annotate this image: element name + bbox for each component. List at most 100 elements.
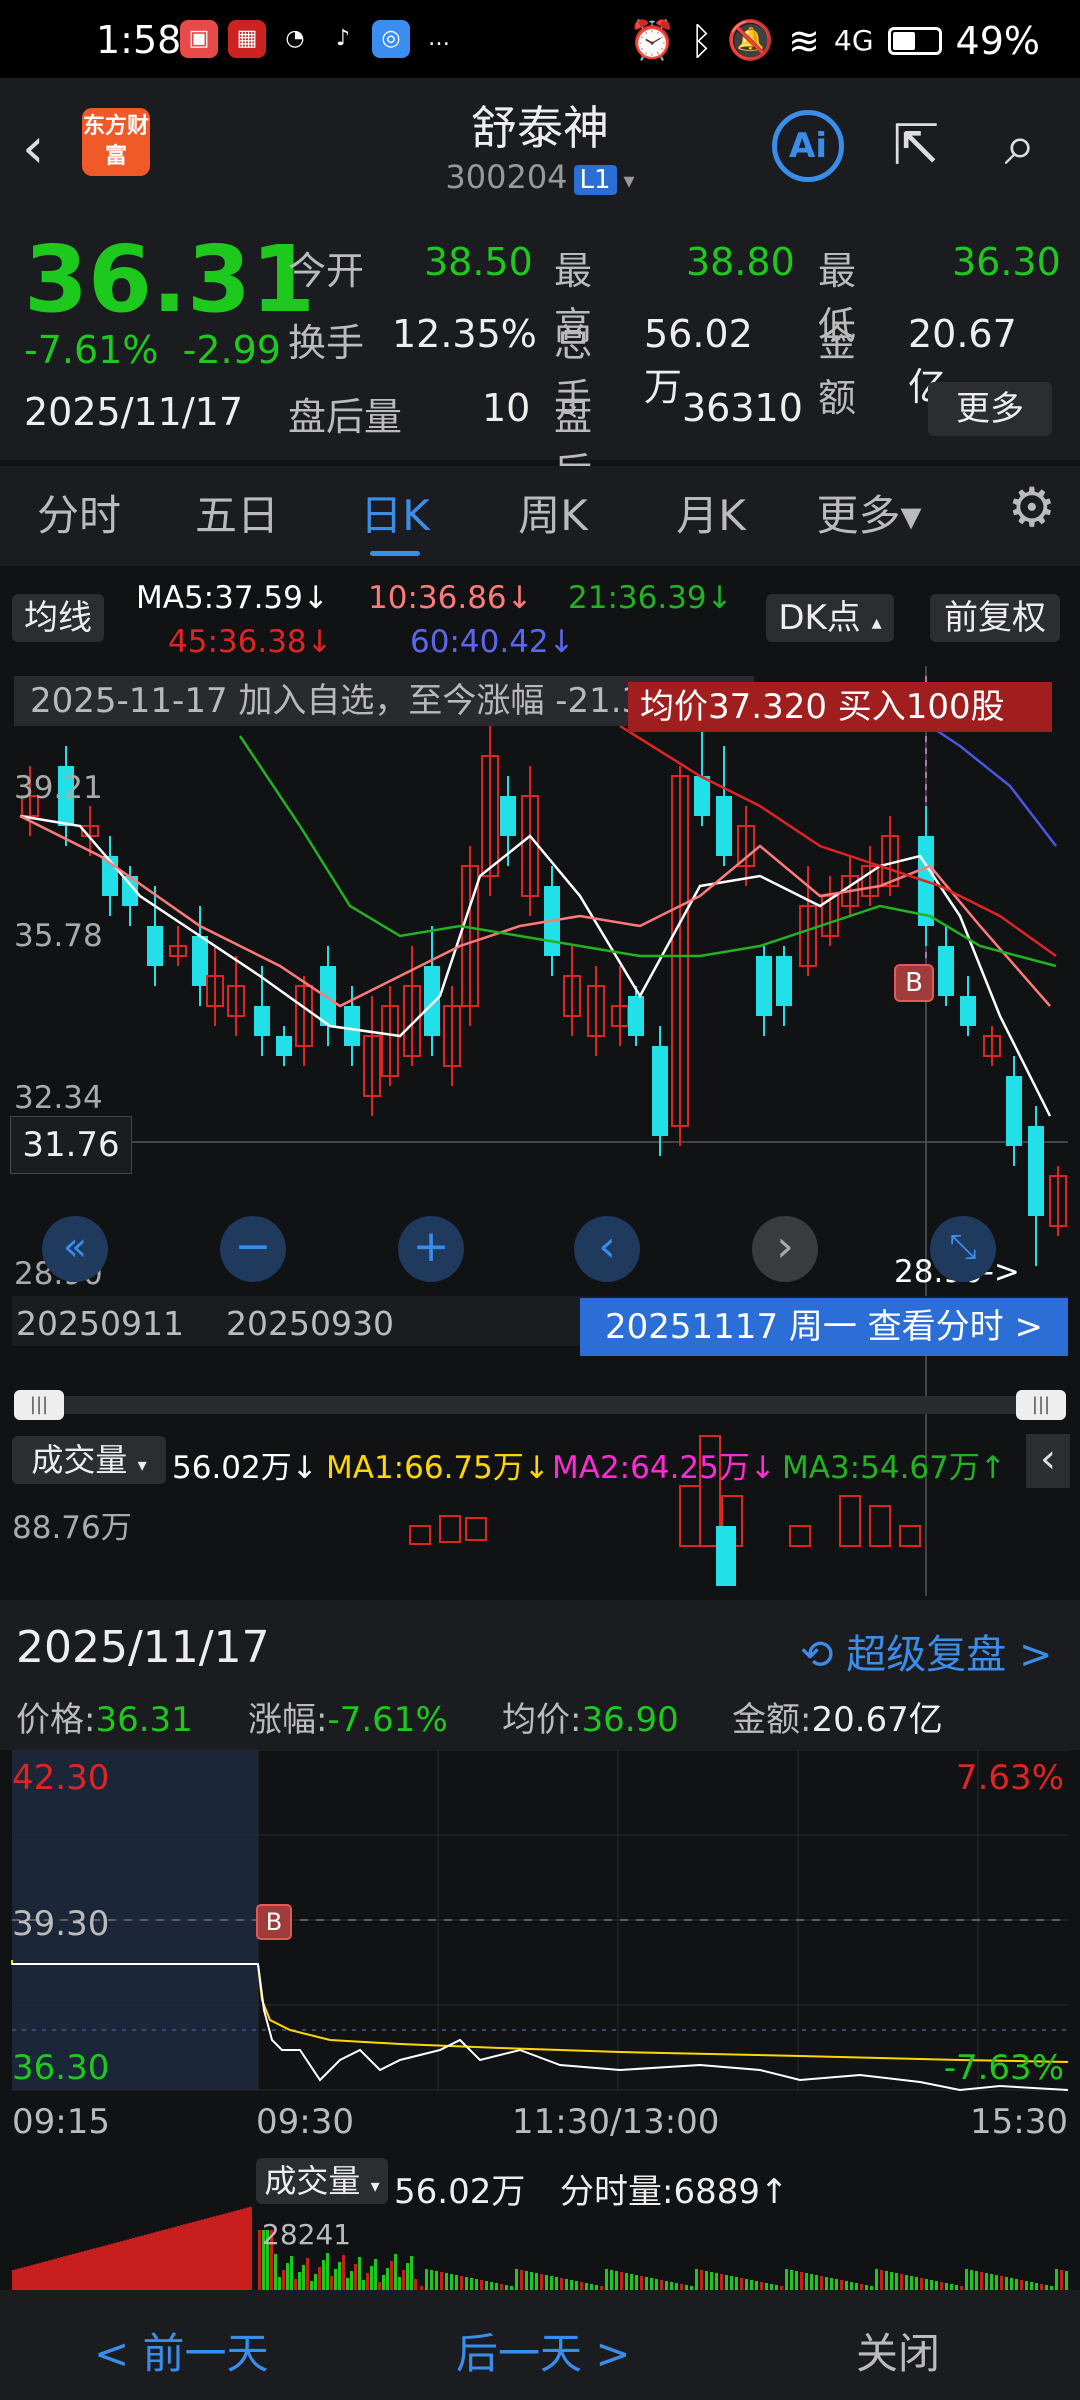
search-icon[interactable]: ⌕ xyxy=(984,110,1056,182)
app-icon: ▦ xyxy=(228,20,266,58)
tab-more[interactable]: 更多▾ xyxy=(790,466,948,566)
period-tabs: 分时 五日 日K 周K 月K 更多▾ xyxy=(0,466,1080,566)
volume-bar xyxy=(75,2253,78,2290)
volume-bar xyxy=(745,2279,748,2290)
app-icon: ▣ xyxy=(180,20,218,58)
candle-body xyxy=(960,996,976,1026)
volume-bar xyxy=(620,2272,623,2290)
quote-row-3: 盘后量 10 盘后额 36310 xyxy=(288,386,803,549)
range-handle-left[interactable]: ||| xyxy=(14,1390,64,1420)
next-day-button[interactable]: 后一天 > xyxy=(456,2320,631,2381)
volume-bar xyxy=(93,2248,96,2290)
zoom-out-icon[interactable]: − xyxy=(220,1216,286,1282)
prev-day-button[interactable]: < 前一天 xyxy=(94,2320,269,2381)
volume-bar xyxy=(470,2278,473,2290)
close-button[interactable]: 关闭 xyxy=(856,2320,940,2381)
buy-marker[interactable]: B xyxy=(894,964,934,1002)
intraday-buy-marker[interactable]: B xyxy=(256,1904,292,1940)
volume-selector[interactable]: 成交量 ▾ xyxy=(12,1436,166,1484)
level-badge: L1 xyxy=(573,165,617,195)
volume-bar xyxy=(105,2245,108,2290)
intraday-chart[interactable] xyxy=(0,1750,1080,2290)
volume-bar xyxy=(326,2253,329,2290)
step-right-icon[interactable]: › xyxy=(752,1216,818,1282)
volume-bar xyxy=(180,2225,183,2290)
volume-bar xyxy=(54,2258,57,2290)
candle-body xyxy=(344,1006,360,1046)
volume-bar xyxy=(174,2226,177,2290)
crosshair-price: 31.76 xyxy=(10,1116,132,1174)
gear-icon[interactable]: ⚙ xyxy=(1008,476,1056,539)
ai-icon[interactable]: Ai xyxy=(772,110,844,182)
volume-bar xyxy=(805,2273,808,2290)
volume-bar xyxy=(460,2276,463,2290)
tab-weekly-k[interactable]: 周K xyxy=(474,466,632,566)
volume-bar xyxy=(286,2263,289,2290)
view-intraday-button[interactable]: 20251117 周一 查看分时 > xyxy=(580,1298,1068,1356)
volume-bar xyxy=(334,2269,337,2290)
volume-bar xyxy=(930,2280,933,2290)
time-label: 15:30 xyxy=(970,2102,1068,2142)
tab-monthly-k[interactable]: 月K xyxy=(632,466,790,566)
volume-bar xyxy=(560,2278,563,2290)
intraday-vol-selector[interactable]: 成交量 ▾ xyxy=(256,2158,388,2204)
tab-daily-k[interactable]: 日K xyxy=(316,466,474,566)
volume-bar xyxy=(625,2273,628,2290)
more-icon: … xyxy=(428,26,450,51)
volume-bar xyxy=(66,2255,69,2290)
step-left-icon[interactable]: ‹ xyxy=(574,1216,640,1282)
volume-bar xyxy=(610,2270,613,2290)
replay-link[interactable]: ⟲ 超级复盘 > xyxy=(800,1622,1052,1680)
volume-bar xyxy=(114,2242,117,2290)
more-button[interactable]: 更多 xyxy=(928,382,1052,436)
volume-bar xyxy=(635,2275,638,2290)
volume-bar xyxy=(645,2277,648,2290)
expand-icon[interactable]: ⤡ xyxy=(930,1216,996,1282)
volume-bar xyxy=(27,2266,30,2290)
volume-bar xyxy=(358,2257,361,2290)
battery-icon xyxy=(887,26,942,55)
collapse-icon[interactable]: ‹ xyxy=(1026,1434,1070,1488)
volume-bar xyxy=(48,2260,51,2290)
tab-intraday[interactable]: 分时 xyxy=(0,466,158,566)
volume-bar xyxy=(1015,2279,1018,2290)
tab-five-day[interactable]: 五日 xyxy=(158,466,316,566)
volume-bar xyxy=(575,2281,578,2290)
volume-bar xyxy=(141,2235,144,2290)
volume-bar xyxy=(135,2237,138,2290)
candle-body xyxy=(716,796,732,856)
vol-max-label: 88.76万 xyxy=(12,1510,132,1546)
share-icon[interactable]: ⇱ xyxy=(880,110,952,182)
volume-bar xyxy=(168,2228,171,2290)
volume-bar xyxy=(201,2219,204,2290)
volume-bar xyxy=(650,2278,653,2290)
volume-bar xyxy=(985,2273,988,2290)
range-handle-right[interactable]: ||| xyxy=(1016,1390,1066,1420)
volume-bar xyxy=(465,1517,487,1541)
volume-bar xyxy=(36,2263,39,2290)
volume-bar xyxy=(258,2230,261,2290)
volume-bar xyxy=(102,2246,105,2290)
volume-bar xyxy=(905,2275,908,2290)
volume-bar xyxy=(800,2272,803,2290)
volume-bar xyxy=(525,2271,528,2290)
candle-body xyxy=(500,796,516,836)
volume-bar xyxy=(39,2262,42,2290)
scroll-left-fast-icon[interactable]: « xyxy=(42,1216,108,1282)
status-time: 1:58 xyxy=(96,18,182,62)
zoom-in-icon[interactable]: + xyxy=(398,1216,464,1282)
volume-bar xyxy=(1020,2280,1023,2290)
candle-body xyxy=(756,956,772,1016)
chevron-down-icon: ▾ xyxy=(616,169,635,194)
volume-bar xyxy=(1005,2277,1008,2290)
volume-bar xyxy=(12,2270,15,2290)
volume-bar xyxy=(207,2218,210,2290)
volume-bar xyxy=(278,2277,281,2290)
time-label: 09:30 xyxy=(256,2102,354,2142)
volume-bar xyxy=(30,2265,33,2290)
volume-bar xyxy=(108,2244,111,2290)
range-scrollbar[interactable] xyxy=(20,1396,1060,1414)
volume-bar xyxy=(890,2272,893,2290)
intraday-tick-vol: 分时量:6889↑ xyxy=(560,2172,789,2212)
bluetooth-icon: ᛒ xyxy=(690,18,713,63)
